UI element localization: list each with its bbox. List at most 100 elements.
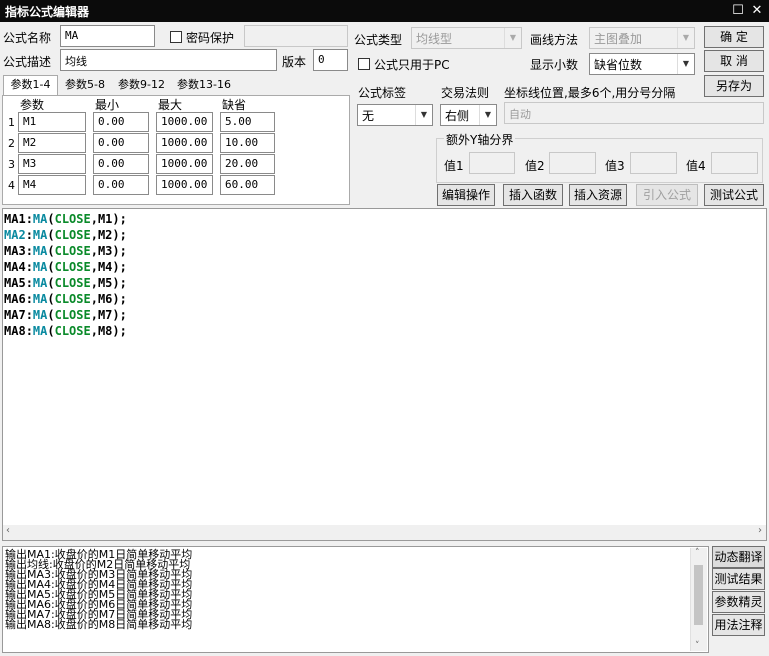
param-name-input[interactable]: M1 [18, 112, 86, 132]
param-row-index: 3 [8, 158, 15, 171]
param-row-index: 4 [8, 179, 15, 192]
draw-method-value: 主图叠加 [594, 32, 643, 46]
password-label: 密码保护 [186, 31, 235, 45]
close-icon[interactable]: ✕ [748, 2, 766, 20]
y-value-label: 值2 [525, 159, 545, 173]
code-line: MA5:MA(CLOSE,M5); [4, 276, 127, 290]
param-default-input[interactable]: 60.00 [220, 175, 275, 195]
param-header-default: 缺省 [222, 98, 247, 112]
scroll-up-icon[interactable]: ˄ [695, 548, 700, 558]
param-name-input[interactable]: M3 [18, 154, 86, 174]
output-line: 输出MA8:收盘价的M8日简单移动平均 [5, 618, 193, 631]
import-formula-button[interactable]: 引入公式 [636, 184, 698, 206]
extra-y-axis-title: 额外Y轴分界 [444, 131, 516, 148]
output-vertical-scrollbar[interactable]: ˄ ˅ [690, 548, 707, 651]
param-max-input[interactable]: 1000.00 [156, 175, 213, 195]
y-value-input[interactable] [469, 152, 515, 174]
trade-rule-select[interactable]: 右侧 ▼ [440, 104, 497, 126]
formula-tag-select[interactable]: 无 ▼ [357, 104, 433, 126]
code-line: MA8:MA(CLOSE,M8); [4, 324, 127, 338]
param-min-input[interactable]: 0.00 [93, 154, 149, 174]
formula-name-input[interactable]: MA [60, 25, 155, 47]
code-line: MA1:MA(CLOSE,M1); [4, 212, 127, 226]
scroll-thumb[interactable] [694, 565, 703, 625]
formula-tag-label: 公式标签 [358, 86, 407, 100]
scroll-right-icon[interactable]: › [758, 525, 762, 536]
formula-desc-input[interactable]: 均线 [60, 49, 277, 71]
param-min-input[interactable]: 0.00 [93, 112, 149, 132]
param-max-input[interactable]: 1000.00 [156, 112, 213, 132]
scroll-down-icon[interactable]: ˅ [695, 641, 700, 651]
axis-position-label: 坐标线位置,最多6个,用分号分隔 [504, 86, 676, 100]
y-value-label: 值3 [605, 159, 625, 173]
param-default-input[interactable]: 10.00 [220, 133, 275, 153]
version-input[interactable]: 0 [313, 49, 348, 71]
decimals-label: 显示小数 [530, 58, 579, 72]
chevron-down-icon: ▼ [415, 105, 432, 125]
code-line: MA7:MA(CLOSE,M7); [4, 308, 127, 322]
edit-ops-button[interactable]: 编辑操作 [437, 184, 495, 206]
formula-type-select[interactable]: 均线型 ▼ [411, 27, 522, 49]
param-min-input[interactable]: 0.00 [93, 133, 149, 153]
pc-only-label: 公式只用于PC [374, 58, 450, 72]
tab-params-1-4[interactable]: 参数1-4 [3, 75, 58, 97]
param-name-input[interactable]: M2 [18, 133, 86, 153]
code-line: MA4:MA(CLOSE,M4); [4, 260, 127, 274]
tab-params-9-12[interactable]: 参数9-12 [113, 76, 170, 96]
chevron-down-icon: ▼ [479, 105, 496, 125]
decimals-select[interactable]: 缺省位数 ▼ [589, 53, 695, 75]
version-label: 版本 [282, 55, 307, 69]
ok-button[interactable]: 确 定 [704, 26, 764, 48]
code-line: MA6:MA(CLOSE,M6); [4, 292, 127, 306]
formula-name-label: 公式名称 [3, 31, 52, 45]
param-default-input[interactable]: 20.00 [220, 154, 275, 174]
password-checkbox[interactable] [170, 31, 182, 43]
code-editor[interactable]: MA1:MA(CLOSE,M1); MA2:MA(CLOSE,M2); MA3:… [2, 208, 767, 541]
usage-notes-button[interactable]: 用法注释 [712, 614, 765, 636]
insert-function-button[interactable]: 插入函数 [503, 184, 563, 206]
y-value-input[interactable] [549, 152, 596, 174]
y-value-label: 值1 [444, 159, 464, 173]
trade-rule-label: 交易法则 [441, 86, 490, 100]
y-value-label: 值4 [686, 159, 706, 173]
tab-params-5-8[interactable]: 参数5-8 [59, 76, 111, 96]
save-as-button[interactable]: 另存为 [704, 75, 764, 97]
param-max-input[interactable]: 1000.00 [156, 133, 213, 153]
title-bar: 指标公式编辑器 ☐ ✕ [0, 0, 769, 22]
y-value-input[interactable] [630, 152, 677, 174]
formula-desc-label: 公式描述 [3, 55, 52, 69]
param-default-input[interactable]: 5.00 [220, 112, 275, 132]
y-value-input[interactable] [711, 152, 758, 174]
axis-position-input[interactable]: 自动 [504, 102, 764, 124]
test-result-button[interactable]: 测试结果 [712, 568, 765, 590]
editor-horizontal-scrollbar[interactable]: ‹ › [3, 525, 766, 540]
scroll-left-icon[interactable]: ‹ [6, 525, 10, 536]
param-name-input[interactable]: M4 [18, 175, 86, 195]
trade-rule-value: 右侧 [445, 109, 470, 123]
test-formula-button[interactable]: 测试公式 [704, 184, 764, 206]
chevron-down-icon: ▼ [504, 28, 521, 48]
draw-method-select[interactable]: 主图叠加 ▼ [589, 27, 695, 49]
cancel-button[interactable]: 取 消 [704, 50, 764, 72]
draw-method-label: 画线方法 [530, 33, 579, 47]
restore-icon[interactable]: ☐ [729, 2, 747, 20]
formula-tag-value: 无 [362, 109, 375, 123]
param-row-index: 1 [8, 116, 15, 129]
tab-params-13-16[interactable]: 参数13-16 [172, 76, 236, 96]
param-row-index: 2 [8, 137, 15, 150]
window-title: 指标公式编辑器 [5, 5, 90, 19]
param-wizard-button[interactable]: 参数精灵 [712, 591, 765, 613]
password-input[interactable] [244, 25, 348, 47]
pc-only-checkbox[interactable] [358, 58, 370, 70]
insert-resource-button[interactable]: 插入资源 [569, 184, 627, 206]
formula-type-label: 公式类型 [354, 33, 403, 47]
code-line: MA2:MA(CLOSE,M2); [4, 228, 127, 242]
param-header-name: 参数 [20, 98, 45, 112]
param-max-input[interactable]: 1000.00 [156, 154, 213, 174]
param-header-min: 最小 [95, 98, 120, 112]
param-header-max: 最大 [158, 98, 183, 112]
formula-type-value: 均线型 [416, 32, 453, 46]
dynamic-translate-button[interactable]: 动态翻译 [712, 546, 765, 568]
param-min-input[interactable]: 0.00 [93, 175, 149, 195]
output-panel: 输出MA1:收盘价的M1日简单移动平均 输出均线:收盘价的M2日简单移动平均 输… [2, 546, 709, 653]
